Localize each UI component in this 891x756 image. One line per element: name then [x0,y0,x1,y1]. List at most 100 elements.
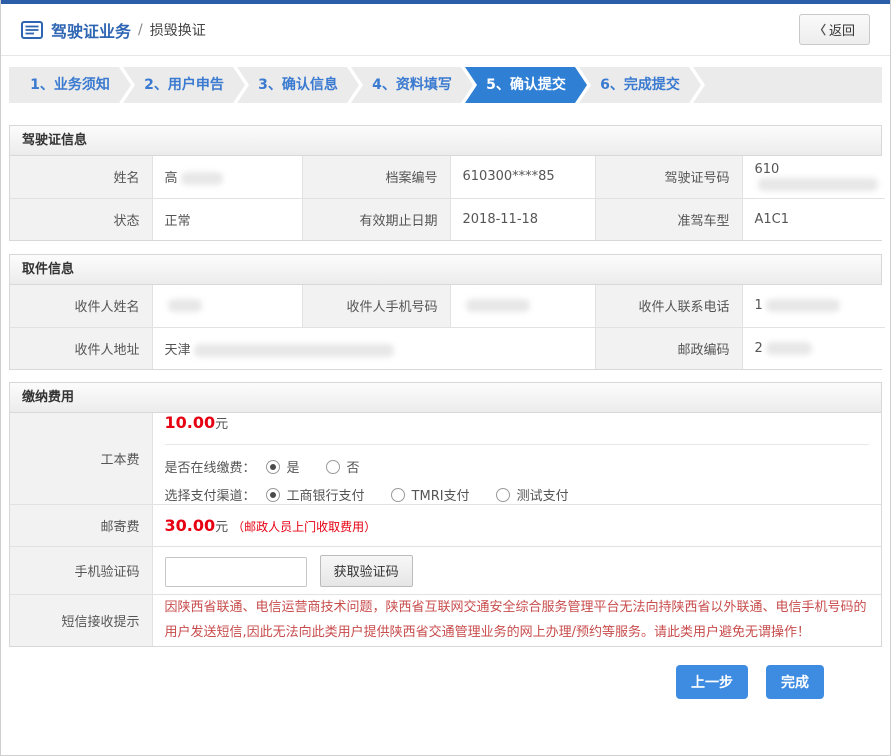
redacted-license-number [758,178,878,191]
fees-section-title: 缴纳费用 [10,383,881,413]
production-fee-cell: 10.00元 是否在线缴费： 是 否 [152,413,881,505]
payment-channel-radio-group: 选择支付渠道： 工商银行支付 TMRI支付 测试支付 [165,485,870,504]
breadcrumb-current: 损毁换证 [150,20,206,40]
step-tab-6[interactable]: 6、完成提交 [579,67,701,103]
license-list-icon [21,21,43,39]
table-row: 状态 正常 有效期止日期 2018-11-18 准驾车型 A1C1 [10,198,885,240]
radio-channel-icbc[interactable]: 工商银行支付 [266,485,365,504]
back-button-label: 返回 [829,20,855,39]
file-number-label: 档案编号 [302,156,450,198]
license-section-title: 驾驶证信息 [10,126,881,156]
fees-section: 缴纳费用 工本费 10.00元 是否在线缴费： 是 [9,382,882,647]
recipient-mobile-value [450,285,595,327]
postage-fee-amount: 30.00 [165,516,216,535]
step-tab-3[interactable]: 3、确认信息 [237,67,359,103]
name-label: 姓名 [10,156,152,198]
recipient-address-label: 收件人地址 [10,327,152,369]
pickup-section-title: 取件信息 [10,255,881,285]
pickup-info-table: 收件人姓名 收件人手机号码 收件人联系电话 1 收件人地址 天津 邮政编码 2 [10,285,885,369]
table-row: 收件人姓名 收件人手机号码 收件人联系电话 1 [10,285,885,327]
license-number-value: 610 [742,156,885,198]
name-value: 高 [152,156,302,198]
zip-code-value: 2 [742,327,885,369]
redacted-recipient-name [168,299,202,312]
redacted-mobile [466,299,530,312]
payment-channel-question: 选择支付渠道： [165,485,256,504]
radio-icon [266,460,280,474]
status-label: 状态 [10,198,152,240]
postage-fee-cell: 30.00元 （邮政人员上门收取费用） [152,505,881,547]
online-payment-question: 是否在线缴费： [165,457,256,476]
expiry-label: 有效期止日期 [302,198,450,240]
table-row: 姓名 高 档案编号 610300****85 驾驶证号码 610 [10,156,885,198]
radio-online-yes[interactable]: 是 [266,457,300,476]
sms-notice-text: 因陕西省联通、电信运营商技术问题，陕西省互联网交通安全综合服务管理平台无法向持陕… [165,595,870,646]
back-chevron-icon: 〈 [814,21,826,38]
radio-label: 测试支付 [517,485,569,504]
table-row: 收件人地址 天津 邮政编码 2 [10,327,885,369]
step-tab-4[interactable]: 4、资料填写 [351,67,473,103]
vehicle-class-label: 准驾车型 [595,198,742,240]
recipient-phone-label: 收件人联系电话 [595,285,742,327]
production-fee-label: 工本费 [10,413,152,505]
postage-fee-note: （邮政人员上门收取费用） [232,520,376,534]
radio-icon [326,460,340,474]
radio-icon [496,488,510,502]
sms-notice-cell: 因陕西省联通、电信运营商技术问题，陕西省互联网交通安全综合服务管理平台无法向持陕… [152,595,881,646]
footer-actions: 上一步 完成 [1,665,890,699]
page: 驾驶证业务 / 损毁换证 〈 返回 1、业务须知 2、用户申告 3、确认信息 4… [0,0,891,756]
radio-label: TMRI支付 [412,485,470,504]
status-value: 正常 [152,198,302,240]
fees-table: 工本费 10.00元 是否在线缴费： 是 否 [10,413,881,646]
previous-step-button[interactable]: 上一步 [676,665,748,699]
online-payment-radio-group: 是否在线缴费： 是 否 [165,457,870,476]
back-button[interactable]: 〈 返回 [799,14,870,45]
step-bar-filler [693,67,882,103]
step-tab-2[interactable]: 2、用户申告 [123,67,245,103]
step-tab-1[interactable]: 1、业务须知 [9,67,131,103]
postage-fee-unit: 元 [215,520,228,535]
redacted-phone [766,299,840,312]
postage-fee-label: 邮寄费 [10,505,152,547]
sms-code-cell: 获取验证码 [152,547,881,595]
recipient-mobile-label: 收件人手机号码 [302,285,450,327]
sms-code-label: 手机验证码 [10,547,152,595]
radio-channel-test[interactable]: 测试支付 [496,485,569,504]
radio-online-no[interactable]: 否 [326,457,360,476]
pickup-info-section: 取件信息 收件人姓名 收件人手机号码 收件人联系电话 1 收件人地址 天津 邮政… [9,254,882,370]
recipient-name-label: 收件人姓名 [10,285,152,327]
recipient-address-value: 天津 [152,327,595,369]
radio-icon [391,488,405,502]
radio-label: 工商银行支付 [287,485,365,504]
header: 驾驶证业务 / 损毁换证 〈 返回 [1,4,890,56]
recipient-phone-value: 1 [742,285,885,327]
finish-button[interactable]: 完成 [766,665,824,699]
table-row: 邮寄费 30.00元 （邮政人员上门收取费用） [10,505,881,547]
sms-code-input[interactable] [165,557,307,587]
recipient-name-value [152,285,302,327]
table-row: 手机验证码 获取验证码 [10,547,881,595]
table-row: 短信接收提示 因陕西省联通、电信运营商技术问题，陕西省互联网交通安全综合服务管理… [10,595,881,646]
divider [165,444,870,445]
expiry-value: 2018-11-18 [450,198,595,240]
page-title: 驾驶证业务 [51,18,131,42]
license-number-label: 驾驶证号码 [595,156,742,198]
radio-label: 是 [287,457,300,476]
radio-channel-tmri[interactable]: TMRI支付 [391,485,470,504]
redacted-name [181,172,223,185]
sms-notice-label: 短信接收提示 [10,595,152,646]
table-row: 工本费 10.00元 是否在线缴费： 是 否 [10,413,881,505]
license-info-table: 姓名 高 档案编号 610300****85 驾驶证号码 610 状态 正常 有… [10,156,885,240]
radio-label: 否 [347,457,360,476]
step-progress-bar: 1、业务须知 2、用户申告 3、确认信息 4、资料填写 5、确认提交 6、完成提… [9,67,882,103]
breadcrumb-separator: / [138,22,143,38]
get-code-button[interactable]: 获取验证码 [320,555,413,587]
vehicle-class-value: A1C1 [742,198,885,240]
license-info-section: 驾驶证信息 姓名 高 档案编号 610300****85 驾驶证号码 610 状… [9,125,882,241]
radio-icon [266,488,280,502]
zip-code-label: 邮政编码 [595,327,742,369]
redacted-address [194,344,394,357]
redacted-zip [766,342,812,355]
file-number-value: 610300****85 [450,156,595,198]
step-tab-5[interactable]: 5、确认提交 [465,67,587,103]
